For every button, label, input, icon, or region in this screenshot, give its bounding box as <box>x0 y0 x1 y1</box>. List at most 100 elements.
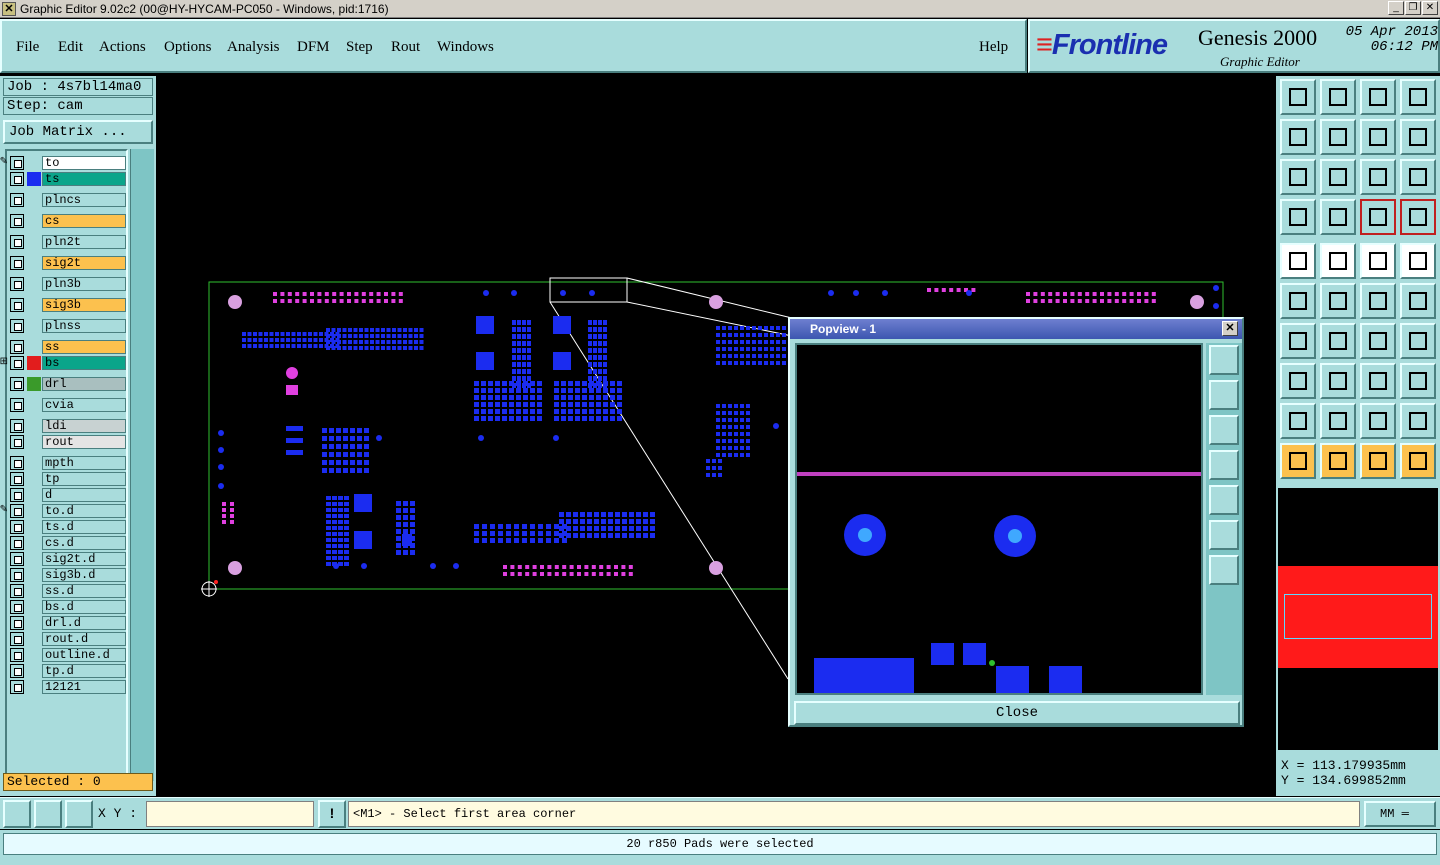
select-pad-icon[interactable] <box>1280 243 1316 279</box>
menu-edit[interactable]: Edit <box>58 39 83 56</box>
popview-close-icon[interactable]: ✕ <box>1222 321 1238 336</box>
layer-name[interactable]: cs <box>42 214 126 228</box>
layer-swatch[interactable] <box>27 632 41 646</box>
units-select[interactable]: MM ═ <box>1364 801 1436 827</box>
arch-icon[interactable] <box>1360 403 1396 439</box>
center-icon[interactable] <box>1320 159 1356 195</box>
menu-analysis[interactable]: Analysis <box>227 39 280 56</box>
popview-zoom-in-icon[interactable] <box>1209 520 1239 550</box>
layer-checkbox[interactable] <box>10 356 24 370</box>
point2-icon[interactable] <box>1400 283 1436 319</box>
layer-name[interactable]: pln3b <box>42 277 126 291</box>
layer-checkbox[interactable] <box>10 504 24 518</box>
layer-name[interactable]: ts.d <box>42 520 126 534</box>
layer-swatch[interactable] <box>27 377 41 391</box>
layer-checkbox[interactable] <box>10 536 24 550</box>
draw-line-icon[interactable] <box>1320 243 1356 279</box>
group-icon[interactable] <box>1400 363 1436 399</box>
window-title-bar[interactable]: ✕ Graphic Editor 9.02c2 (00@HY-HYCAM-PC0… <box>0 0 1440 18</box>
measure-icon[interactable] <box>1360 363 1396 399</box>
grid-icon[interactable] <box>65 800 93 828</box>
popview-drawing[interactable] <box>797 345 1201 698</box>
menu-actions[interactable]: Actions <box>99 39 146 56</box>
layer-name[interactable]: cvia <box>42 398 126 412</box>
layer-name[interactable]: d <box>42 488 126 502</box>
menu-file[interactable]: File <box>16 39 39 56</box>
home-icon[interactable] <box>1360 79 1396 115</box>
layer-checkbox[interactable] <box>10 632 24 646</box>
pan-right-icon[interactable] <box>1320 119 1356 155</box>
layer-swatch[interactable] <box>27 398 41 412</box>
popview-close-button[interactable]: Close <box>794 701 1240 725</box>
popview-pan-right-icon[interactable] <box>1209 485 1239 515</box>
arc-icon[interactable] <box>1360 323 1396 359</box>
layer-swatch[interactable] <box>27 456 41 470</box>
minimap[interactable] <box>1278 488 1438 750</box>
layer-name[interactable]: sig3b <box>42 298 126 312</box>
layer-name[interactable]: pln2t <box>42 235 126 249</box>
tools-icon[interactable] <box>1280 199 1316 235</box>
layer-checkbox[interactable] <box>10 680 24 694</box>
cursor-box-icon[interactable] <box>1320 443 1356 479</box>
layer-swatch[interactable] <box>27 536 41 550</box>
layer-name[interactable]: plnss <box>42 319 126 333</box>
layer-swatch[interactable] <box>27 156 41 170</box>
cross-icon[interactable] <box>1320 283 1356 319</box>
angle-icon[interactable] <box>1280 323 1316 359</box>
layer-swatch[interactable] <box>27 214 41 228</box>
popview-title-bar[interactable]: Popview - 1 ✕ <box>790 319 1242 339</box>
grid-toggle-icon[interactable] <box>1320 199 1356 235</box>
popview-pan-up-icon[interactable] <box>1209 380 1239 410</box>
xy-input[interactable] <box>146 801 314 827</box>
layer-checkbox[interactable] <box>10 435 24 449</box>
trace-icon[interactable] <box>1400 323 1436 359</box>
popview-zoom-out-icon[interactable] <box>1209 555 1239 585</box>
layer-checkbox[interactable] <box>10 472 24 486</box>
point-icon[interactable] <box>1360 283 1396 319</box>
layer-checkbox[interactable] <box>10 419 24 433</box>
menu-windows[interactable]: Windows <box>437 39 494 56</box>
layer-swatch[interactable] <box>27 600 41 614</box>
home-down-icon[interactable] <box>1320 79 1356 115</box>
layer-checkbox[interactable] <box>10 488 24 502</box>
route-icon[interactable] <box>1400 443 1436 479</box>
minus-icon[interactable] <box>1320 363 1356 399</box>
fit-icon[interactable] <box>1280 159 1316 195</box>
layer-name[interactable]: to <box>42 156 126 170</box>
connect-icon[interactable] <box>1280 283 1316 319</box>
layer-swatch[interactable] <box>27 235 41 249</box>
minimap-viewport[interactable] <box>1284 594 1432 639</box>
layer-swatch[interactable] <box>27 172 41 186</box>
layer-checkbox[interactable] <box>10 568 24 582</box>
layer-name[interactable]: drl <box>42 377 126 391</box>
layer-swatch[interactable] <box>27 298 41 312</box>
layer-checkbox[interactable] <box>10 340 24 354</box>
layer-name[interactable]: rout.d <box>42 632 126 646</box>
layer-swatch[interactable] <box>27 193 41 207</box>
layer-checkbox[interactable] <box>10 319 24 333</box>
layer-swatch[interactable] <box>27 680 41 694</box>
layer-name[interactable]: to.d <box>42 504 126 518</box>
layer-swatch[interactable] <box>27 319 41 333</box>
job-matrix-button[interactable]: Job Matrix ... <box>3 120 153 144</box>
popview-zoom-icon[interactable] <box>1209 345 1239 375</box>
menu-step[interactable]: Step <box>346 39 373 56</box>
layer-swatch[interactable] <box>27 435 41 449</box>
rotate-icon[interactable] <box>1360 119 1396 155</box>
layer-swatch[interactable] <box>27 419 41 433</box>
layer-checkbox[interactable] <box>10 377 24 391</box>
popview-pan-left-icon[interactable] <box>1209 450 1239 480</box>
layer-name[interactable]: drl.d <box>42 616 126 630</box>
close-icon[interactable]: ✕ <box>1422 1 1438 15</box>
layer-name[interactable]: bs.d <box>42 600 126 614</box>
layer-swatch[interactable] <box>27 568 41 582</box>
layer-checkbox[interactable] <box>10 552 24 566</box>
layer-name[interactable]: sig2t.d <box>42 552 126 566</box>
layer-checkbox[interactable] <box>10 664 24 678</box>
layer-name[interactable]: sig2t <box>42 256 126 270</box>
zoom-area-icon[interactable] <box>3 800 31 828</box>
layer-checkbox[interactable] <box>10 172 24 186</box>
layer-name[interactable]: 12121 <box>42 680 126 694</box>
layer-checkbox[interactable] <box>10 277 24 291</box>
layer-swatch[interactable] <box>27 256 41 270</box>
